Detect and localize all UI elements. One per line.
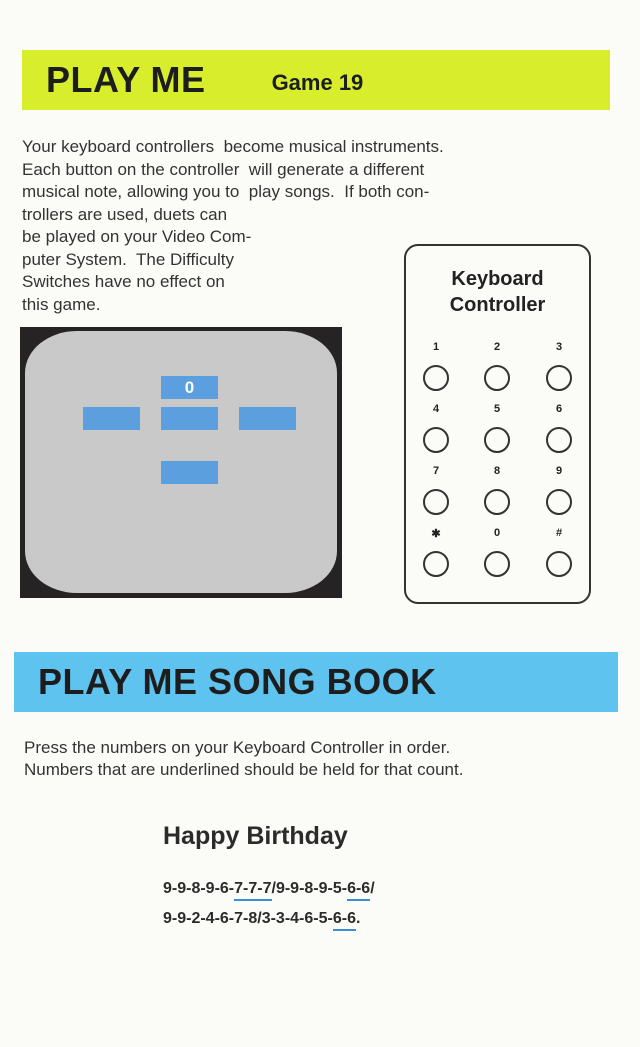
page-title: PLAY ME [46,59,206,100]
keypad-title: Keyboard Controller [406,266,589,318]
title-banner: PLAY ME Game 19 [22,50,610,110]
key-button[interactable] [423,427,449,453]
instruction-line: Numbers that are underlined should be he… [24,760,464,779]
description-line: trollers are used, duets can [22,204,228,224]
song-line: 9-9-8-9-6-7-7-7/9-9-8-9-5-6-6/ [163,880,375,901]
key-button[interactable] [484,551,510,577]
tile-label: 0 [184,378,195,397]
key-button[interactable] [546,365,572,391]
key-label: 3 [555,341,563,353]
key-button[interactable] [484,427,510,453]
key-button[interactable] [546,489,572,515]
key-button[interactable] [423,551,449,577]
key-label: ✱ [431,528,441,540]
keyboard-controller: Keyboard Controller 1 2 3 4 5 6 7 8 9 ✱ … [404,244,591,604]
key-label: # [555,527,563,539]
held-notes: 7-7-7 [234,880,272,901]
notes: . [355,910,361,927]
key-button[interactable] [484,365,510,391]
tile-top: 0 [161,376,218,399]
key-button[interactable] [484,489,510,515]
key-button[interactable] [423,489,449,515]
key-label: 0 [493,527,501,539]
description-line: Each button on the controller will gener… [22,159,425,179]
description-line: Your keyboard controllers become musical… [22,137,444,156]
key-button[interactable] [546,551,572,577]
key-label: 9 [555,465,563,477]
song-line: 9-9-2-4-6-7-8/3-3-4-6-5-6-6. [163,910,361,931]
tile-bottom [161,461,218,484]
key-label: 4 [432,403,440,415]
key-label: 5 [493,403,501,415]
held-notes: 6-6 [347,880,371,901]
key-label: 1 [432,341,440,353]
tv-screen: 0 [25,331,337,593]
description-line: musical note, allowing you to play songs… [22,182,430,201]
game-number: Game 19 [271,70,364,95]
key-button[interactable] [546,427,572,453]
keypad-title-line: Keyboard [451,268,544,290]
tile-left [83,407,140,430]
notes: 9-9-2-4-6-7-8/3-3-4-6-5- [163,910,333,927]
notes: /9-9-8-9-5- [271,880,348,897]
key-label: 7 [432,465,440,477]
instruction-line: Press the numbers on your Keyboard Contr… [24,738,451,757]
tile-center [161,407,218,430]
notes: / [370,880,375,897]
song-title: Happy Birthday [163,822,348,850]
key-label: 8 [493,465,501,477]
tv-screen-illustration: 0 [20,327,342,598]
keypad-title-line: Controller [449,294,546,316]
notes: 9-9-8-9-6- [163,880,235,897]
key-label: 6 [555,403,563,415]
key-label: 2 [493,341,501,353]
held-notes: 6-6 [332,910,356,931]
key-button[interactable] [423,365,449,391]
songbook-banner: PLAY ME SONG BOOK [14,652,618,712]
songbook-instructions: Press the numbers on your Keyboard Contr… [24,737,463,781]
songbook-title: PLAY ME SONG BOOK [38,661,437,702]
tile-right [239,407,296,430]
